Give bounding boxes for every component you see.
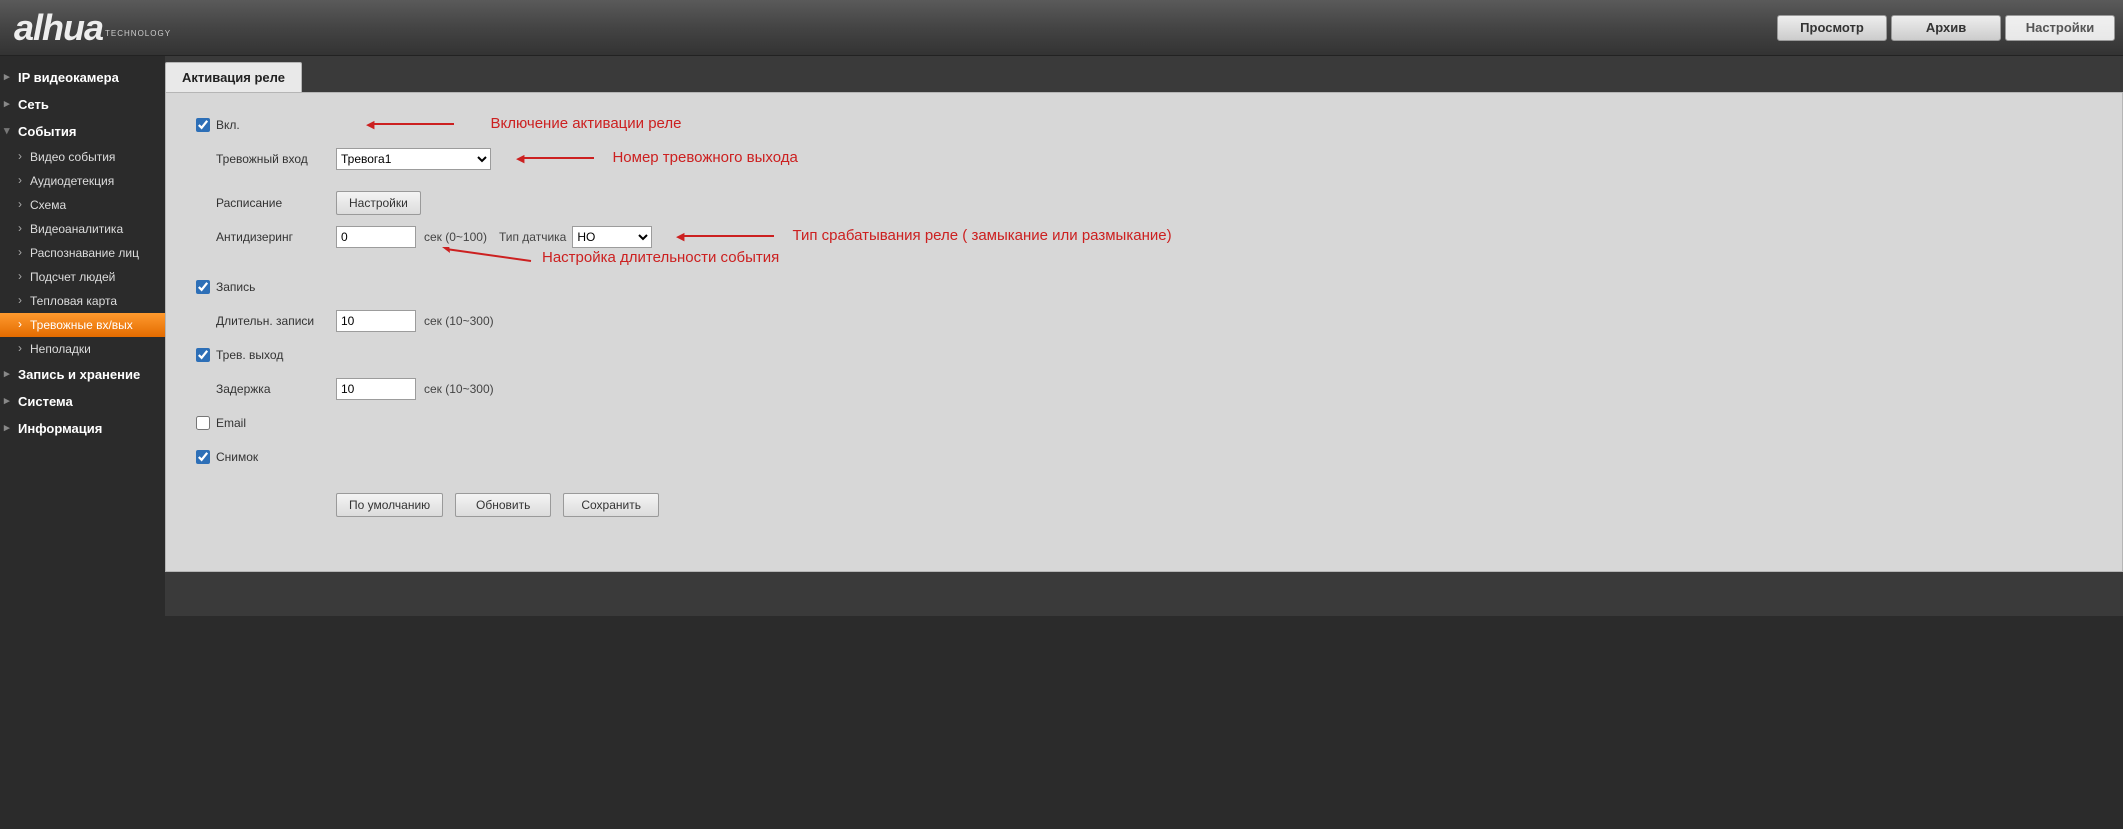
delay-input[interactable] — [336, 378, 416, 400]
sidebar-item-face-recognition[interactable]: Распознавание лиц — [0, 241, 165, 265]
topbar: alhua TECHNOLOGY Просмотр Архив Настройк… — [0, 0, 2123, 56]
record-label: Запись — [216, 280, 255, 294]
annot-sensor-text: Тип срабатывания реле ( замыкание или ра… — [792, 227, 1171, 244]
annot-enable: Включение активации реле — [366, 115, 681, 132]
schedule-settings-button[interactable]: Настройки — [336, 191, 421, 215]
annot-alarm-in-text: Номер тревожного выхода — [612, 149, 797, 166]
antidither-unit: сек (0~100) — [424, 230, 487, 244]
sidebar-item-people-count[interactable]: Подсчет людей — [0, 265, 165, 289]
arrow-icon — [436, 247, 536, 267]
alarm-in-select[interactable]: Тревога1 — [336, 148, 491, 170]
nav-settings-button[interactable]: Настройки — [2005, 15, 2115, 41]
snapshot-label: Снимок — [216, 450, 258, 464]
antidither-label: Антидизеринг — [196, 230, 336, 244]
sensor-label: Тип датчика — [499, 230, 566, 244]
row-antidither: Антидизеринг сек (0~100) Тип датчика НО … — [196, 225, 2092, 249]
email-label: Email — [216, 416, 246, 430]
row-record-duration: Длительн. записи сек (10~300) — [196, 309, 2092, 333]
row-alarm-out: Трев. выход — [196, 343, 2092, 367]
default-button[interactable]: По умолчанию — [336, 493, 443, 517]
sidebar-section-system[interactable]: Система — [0, 388, 165, 415]
tab-relay-activation[interactable]: Активация реле — [165, 62, 302, 92]
top-nav: Просмотр Архив Настройки — [1777, 15, 2115, 41]
antidither-input[interactable] — [336, 226, 416, 248]
record-duration-input[interactable] — [336, 310, 416, 332]
sidebar-section-network[interactable]: Сеть — [0, 91, 165, 118]
row-enable: Вкл. Включение активации реле — [196, 113, 2092, 137]
snapshot-checkbox[interactable] — [196, 450, 210, 464]
nav-archive-button[interactable]: Архив — [1891, 15, 2001, 41]
sidebar-item-alarm-io[interactable]: Тревожные вх/вых — [0, 313, 165, 337]
sidebar-section-info[interactable]: Информация — [0, 415, 165, 442]
alarm-out-checkbox[interactable] — [196, 348, 210, 362]
sidebar-item-audio-detection[interactable]: Аудиодетекция — [0, 169, 165, 193]
email-field[interactable]: Email — [196, 416, 336, 430]
content: Активация реле Вкл. Включение активации … — [165, 56, 2123, 616]
tabstrip: Активация реле — [165, 56, 2123, 92]
logo-subtext: TECHNOLOGY — [105, 29, 171, 38]
row-snapshot: Снимок — [196, 445, 2092, 469]
sensor-type-select[interactable]: НО — [572, 226, 652, 248]
row-alarm-in: Тревожный вход Тревога1 Номер тревожного… — [196, 147, 2092, 171]
record-field[interactable]: Запись — [196, 280, 336, 294]
sidebar: IP видеокамера Сеть События Видео событи… — [0, 56, 165, 616]
main-layout: IP видеокамера Сеть События Видео событи… — [0, 56, 2123, 616]
panel: Вкл. Включение активации реле Тревожный … — [165, 92, 2123, 572]
sidebar-item-video-analytics[interactable]: Видеоаналитика — [0, 217, 165, 241]
record-checkbox[interactable] — [196, 280, 210, 294]
save-button[interactable]: Сохранить — [563, 493, 659, 517]
sidebar-item-video-events[interactable]: Видео события — [0, 145, 165, 169]
annot-alarm-in: Номер тревожного выхода — [516, 149, 798, 166]
enable-checkbox[interactable] — [196, 118, 210, 132]
annot-enable-text: Включение активации реле — [490, 115, 681, 132]
alarm-in-label: Тревожный вход — [196, 152, 336, 166]
row-delay: Задержка сек (10~300) — [196, 377, 2092, 401]
refresh-button[interactable]: Обновить — [455, 493, 551, 517]
email-checkbox[interactable] — [196, 416, 210, 430]
sidebar-item-scheme[interactable]: Схема — [0, 193, 165, 217]
snapshot-field[interactable]: Снимок — [196, 450, 336, 464]
enable-label: Вкл. — [216, 118, 240, 132]
alarm-out-label: Трев. выход — [216, 348, 283, 362]
annot-sensor: Тип срабатывания реле ( замыкание или ра… — [676, 227, 1172, 244]
brand-logo: alhua TECHNOLOGY — [14, 7, 171, 49]
delay-label: Задержка — [196, 382, 336, 396]
sidebar-item-heatmap[interactable]: Тепловая карта — [0, 289, 165, 313]
logo-text: alhua — [14, 7, 103, 49]
sidebar-section-storage[interactable]: Запись и хранение — [0, 361, 165, 388]
action-buttons: По умолчанию Обновить Сохранить — [336, 493, 2092, 517]
annot-antidither: Настройка длительности события — [436, 247, 779, 267]
record-duration-unit: сек (10~300) — [424, 314, 494, 328]
sidebar-item-faults[interactable]: Неполадки — [0, 337, 165, 361]
row-record: Запись — [196, 275, 2092, 299]
annot-antidither-text: Настройка длительности события — [542, 249, 779, 266]
nav-preview-button[interactable]: Просмотр — [1777, 15, 1887, 41]
sidebar-section-ipcamera[interactable]: IP видеокамера — [0, 64, 165, 91]
schedule-label: Расписание — [196, 196, 336, 210]
row-email: Email — [196, 411, 2092, 435]
enable-field[interactable]: Вкл. — [196, 118, 336, 132]
record-duration-label: Длительн. записи — [196, 314, 336, 328]
row-schedule: Расписание Настройки — [196, 191, 2092, 215]
sidebar-section-events[interactable]: События — [0, 118, 165, 145]
delay-unit: сек (10~300) — [424, 382, 494, 396]
alarm-out-field[interactable]: Трев. выход — [196, 348, 336, 362]
